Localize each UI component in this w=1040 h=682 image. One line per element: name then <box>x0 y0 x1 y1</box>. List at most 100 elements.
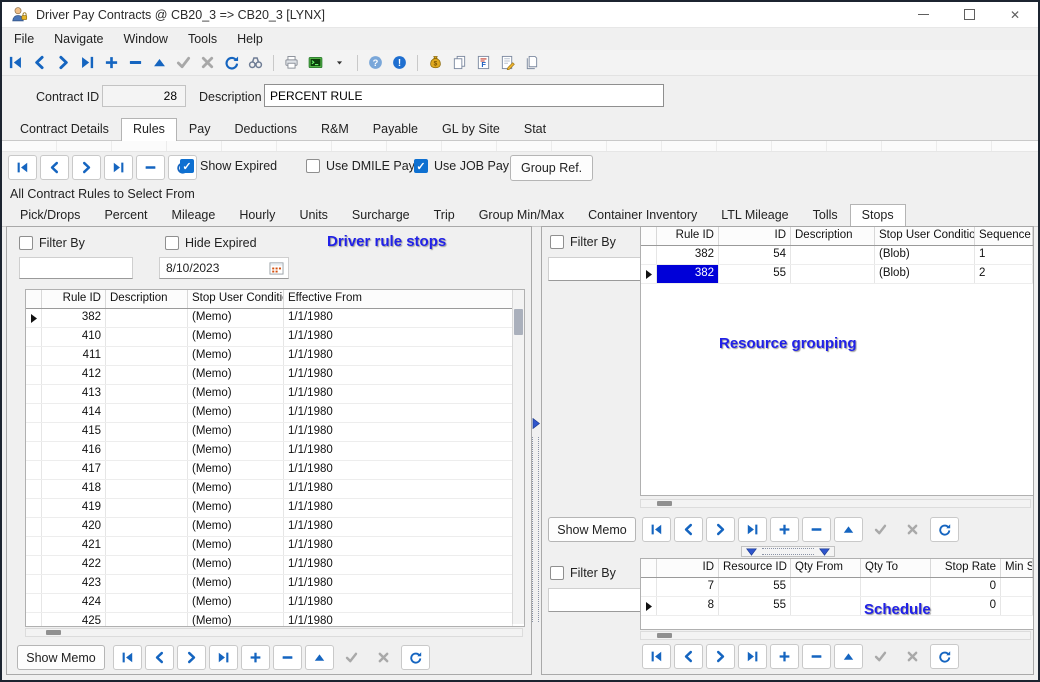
grid-cell[interactable] <box>106 385 188 403</box>
grid-cell[interactable]: 421 <box>42 537 106 555</box>
first-button[interactable] <box>642 517 671 542</box>
grid-cell[interactable]: 1/1/1980 <box>284 594 513 612</box>
right-top-filter-input[interactable] <box>548 257 652 281</box>
column-header-description[interactable]: Description <box>791 227 875 245</box>
grid-cell[interactable] <box>106 537 188 555</box>
tab-deductions[interactable]: Deductions <box>222 118 309 140</box>
grid-cell[interactable] <box>106 328 188 346</box>
grid-cell[interactable]: 382 <box>657 246 719 264</box>
table-row[interactable]: 38254(Blob)1 <box>641 246 1033 265</box>
description-field[interactable] <box>264 84 664 107</box>
tab-group-min-max[interactable]: Group Min/Max <box>467 204 576 226</box>
grid-cell[interactable]: 55 <box>719 597 791 615</box>
tab-payable[interactable]: Payable <box>361 118 430 140</box>
first-button[interactable] <box>642 644 671 669</box>
caret-icon[interactable] <box>331 54 348 71</box>
grid-cell[interactable]: (Memo) <box>188 328 284 346</box>
cancel-button[interactable] <box>898 644 927 669</box>
table-row[interactable]: 38255(Blob)2 <box>641 265 1033 284</box>
table-row[interactable]: 382(Memo)1/1/1980 <box>26 309 513 328</box>
grid-cell[interactable]: 415 <box>42 423 106 441</box>
post-button[interactable] <box>866 644 895 669</box>
table-row[interactable]: 8550 <box>641 597 1033 616</box>
first-button[interactable] <box>113 645 142 670</box>
grid-cell[interactable]: 8 <box>657 597 719 615</box>
use-dmile-pay-checkbox[interactable]: Use DMILE Pay <box>306 159 415 173</box>
grid-cell[interactable]: (Memo) <box>188 499 284 517</box>
table-row[interactable]: 411(Memo)1/1/1980 <box>26 347 513 366</box>
grid-cell[interactable]: (Memo) <box>188 480 284 498</box>
grid-cell[interactable] <box>106 442 188 460</box>
grid-cell[interactable]: 1/1/1980 <box>284 442 513 460</box>
grid-cell[interactable] <box>1001 578 1033 596</box>
cancel-button[interactable] <box>369 645 398 670</box>
next-button[interactable] <box>706 644 735 669</box>
grid-cell[interactable] <box>106 309 188 327</box>
grid-cell[interactable]: (Memo) <box>188 518 284 536</box>
grid-cell[interactable] <box>861 578 931 596</box>
column-header-sequence[interactable]: Sequence <box>975 227 1033 245</box>
tab-percent[interactable]: Percent <box>92 204 159 226</box>
grid-cell[interactable] <box>106 594 188 612</box>
grid-cell[interactable]: (Memo) <box>188 423 284 441</box>
grid-cell[interactable]: (Memo) <box>188 309 284 327</box>
grid-cell[interactable]: (Memo) <box>188 347 284 365</box>
tab-surcharge[interactable]: Surcharge <box>340 204 422 226</box>
grid-cell[interactable]: 1/1/1980 <box>284 404 513 422</box>
grid-cell[interactable]: 417 <box>42 461 106 479</box>
post-button[interactable] <box>337 645 366 670</box>
grid-cell[interactable]: 424 <box>42 594 106 612</box>
grid-cell[interactable]: 1 <box>975 246 1033 264</box>
grid-cell[interactable]: 1/1/1980 <box>284 328 513 346</box>
right-bottom-filter-by-checkbox[interactable]: Filter By <box>550 566 616 580</box>
use-job-pay-checkbox[interactable]: Use JOB Pay <box>414 159 509 173</box>
tab-mileage[interactable]: Mileage <box>160 204 228 226</box>
right-bottom-horizontal-scrollbar[interactable] <box>640 631 1031 640</box>
grid-cell[interactable]: (Memo) <box>188 613 284 627</box>
grid-cell[interactable]: 412 <box>42 366 106 384</box>
grid-cell[interactable]: 55 <box>719 578 791 596</box>
last-icon[interactable] <box>79 54 96 71</box>
last-button[interactable] <box>104 155 133 180</box>
grid-cell[interactable]: 422 <box>42 556 106 574</box>
grid-cell[interactable]: 1/1/1980 <box>284 613 513 627</box>
splitter-collapse-right-icon[interactable] <box>532 416 540 434</box>
grid-cell[interactable] <box>106 461 188 479</box>
grid-cell[interactable]: 1/1/1980 <box>284 461 513 479</box>
table-row[interactable]: 420(Memo)1/1/1980 <box>26 518 513 537</box>
grid-cell[interactable] <box>1001 597 1033 615</box>
table-row[interactable]: 418(Memo)1/1/1980 <box>26 480 513 499</box>
funds-icon[interactable]: $ <box>427 54 444 71</box>
column-header-id[interactable]: ID <box>657 559 719 577</box>
last-button[interactable] <box>209 645 238 670</box>
refresh-icon[interactable] <box>223 54 240 71</box>
prior-button[interactable] <box>674 517 703 542</box>
grid-cell[interactable]: 1/1/1980 <box>284 575 513 593</box>
grid-cell[interactable]: 0 <box>931 578 1001 596</box>
cancel-button[interactable] <box>898 517 927 542</box>
grid-cell[interactable]: 7 <box>657 578 719 596</box>
menu-item-navigate[interactable]: Navigate <box>44 32 113 46</box>
prior-button[interactable] <box>145 645 174 670</box>
grid-cell[interactable]: 1/1/1980 <box>284 347 513 365</box>
grid-cell[interactable]: 55 <box>719 265 791 283</box>
menu-item-help[interactable]: Help <box>227 32 273 46</box>
splitter-grip[interactable] <box>532 437 539 622</box>
grid-cell[interactable]: 382 <box>657 265 719 283</box>
grid-cell[interactable]: (Memo) <box>188 385 284 403</box>
right-top-horizontal-scrollbar[interactable] <box>640 499 1031 508</box>
grid-cell[interactable]: 1/1/1980 <box>284 366 513 384</box>
tab-pick-drops[interactable]: Pick/Drops <box>8 204 92 226</box>
grid-cell[interactable]: 414 <box>42 404 106 422</box>
menu-item-file[interactable]: File <box>4 32 44 46</box>
grid-cell[interactable] <box>106 613 188 627</box>
grid-cell[interactable]: 1/1/1980 <box>284 309 513 327</box>
column-header-rule-id[interactable]: Rule ID <box>657 227 719 245</box>
grid-cell[interactable]: 420 <box>42 518 106 536</box>
delete-icon[interactable] <box>127 54 144 71</box>
next-icon[interactable] <box>55 54 72 71</box>
grid-cell[interactable] <box>106 518 188 536</box>
move-up-button[interactable] <box>305 645 334 670</box>
grid-cell[interactable] <box>106 499 188 517</box>
insert-button[interactable] <box>241 645 270 670</box>
